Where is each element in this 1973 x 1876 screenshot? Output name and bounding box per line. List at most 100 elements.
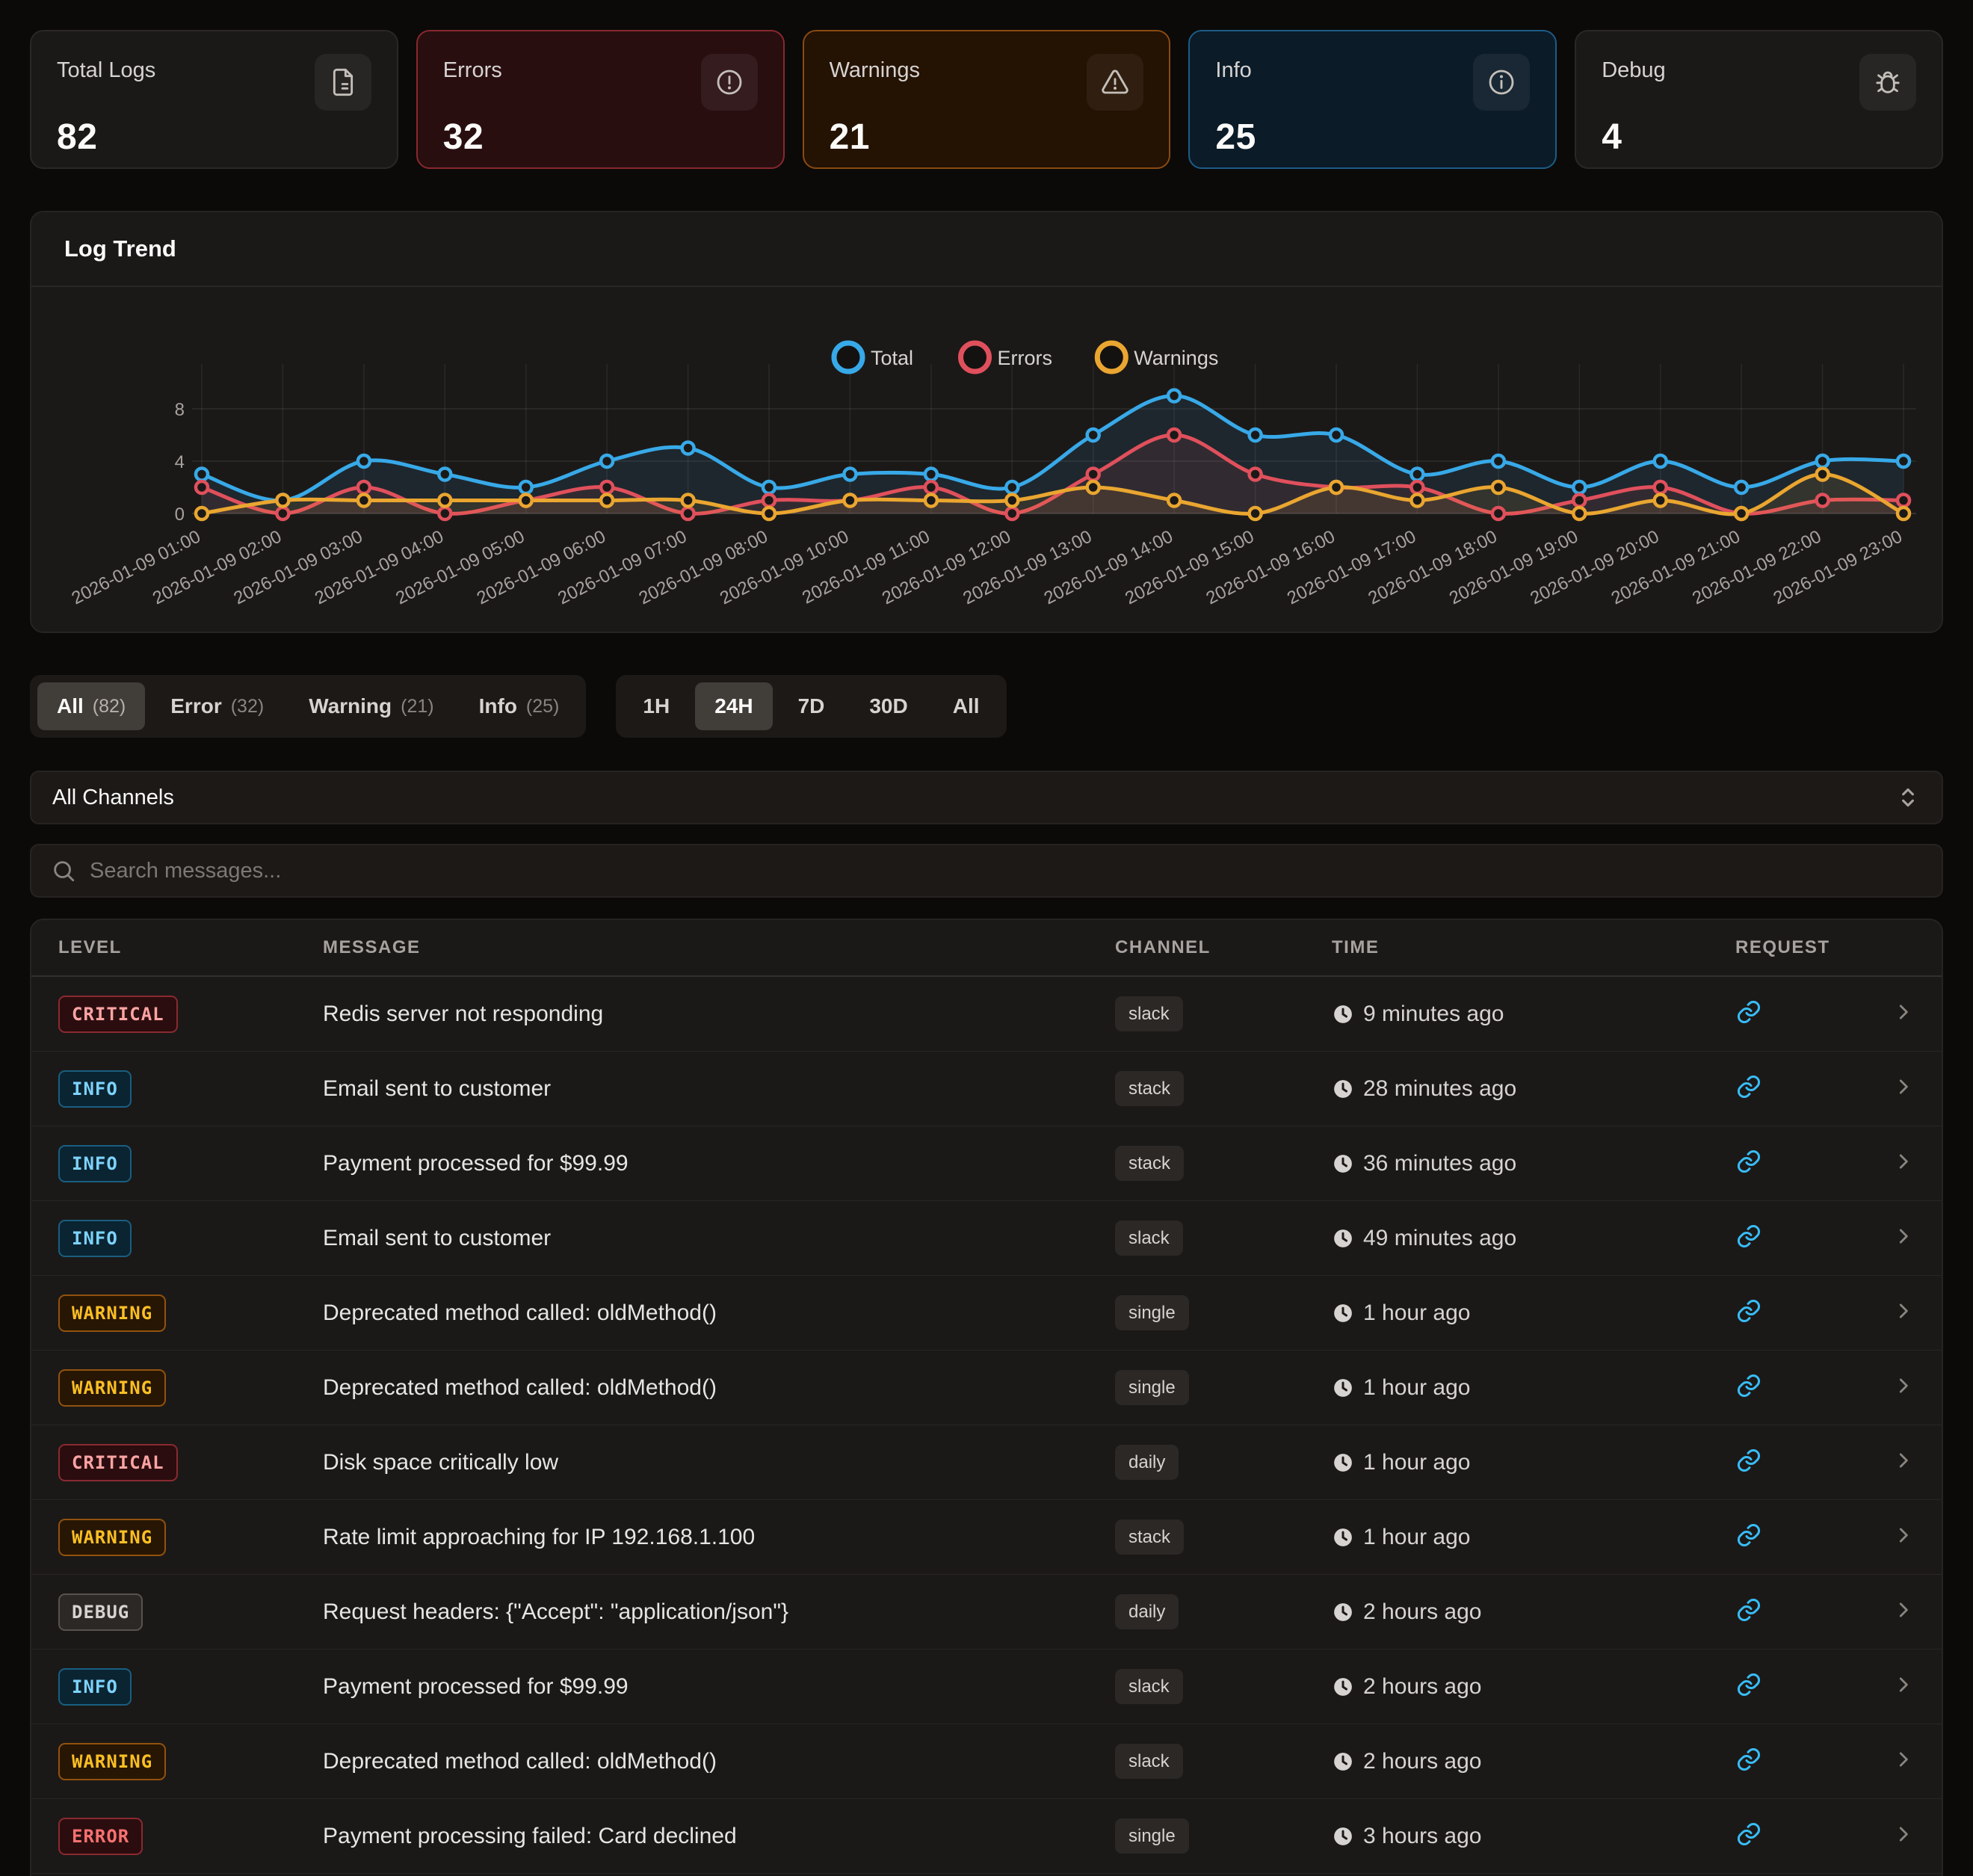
table-row[interactable]: DEBUG Request headers: {"Accept": "appli…: [31, 1575, 1942, 1650]
table-row[interactable]: WARNING Rate limit approaching for IP 19…: [31, 1500, 1942, 1575]
channel-select[interactable]: All Channels: [30, 771, 1943, 824]
table-row[interactable]: INFO Email sent to customer stack 28 min…: [31, 1052, 1942, 1126]
clock-icon: [1332, 1153, 1354, 1175]
channel-badge: stack: [1115, 1146, 1184, 1181]
search-input[interactable]: [90, 859, 1922, 883]
level-badge: INFO: [58, 1145, 132, 1182]
stat-value: 32: [443, 117, 758, 158]
stat-label: Debug: [1602, 54, 1665, 83]
level-badge: CRITICAL: [58, 996, 178, 1033]
table-row[interactable]: INFO Payment processed for $99.99 stack …: [31, 1126, 1942, 1201]
channel-badge: slack: [1115, 1221, 1183, 1256]
log-message: Deprecated method called: oldMethod(): [323, 1375, 1115, 1401]
svg-text:Total: Total: [871, 347, 913, 369]
log-time: 49 minutes ago: [1332, 1226, 1735, 1251]
range-tab-30d[interactable]: 30D: [850, 682, 927, 730]
range-tab-7d[interactable]: 7D: [779, 682, 845, 730]
chevron-up-down-icon: [1895, 785, 1921, 810]
row-chevron-icon[interactable]: [1885, 1524, 1915, 1550]
request-link-icon[interactable]: [1735, 1148, 1762, 1175]
request-link-icon[interactable]: [1735, 1671, 1762, 1698]
table-row[interactable]: WARNING Deprecated method called: oldMet…: [31, 1351, 1942, 1425]
log-trend-panel: Log Trend 0482026-01-09 01:002026-01-09 …: [30, 211, 1943, 633]
svg-text:Errors: Errors: [998, 347, 1053, 369]
request-link-icon[interactable]: [1735, 1298, 1762, 1324]
svg-text:8: 8: [175, 400, 185, 420]
table-row[interactable]: WARNING Deprecated method called: oldMet…: [31, 1276, 1942, 1351]
log-time: 3 hours ago: [1332, 1824, 1735, 1849]
alert-triangle-icon: [1087, 54, 1143, 111]
svg-text:2026-01-09 01:00: 2026-01-09 01:00: [69, 526, 204, 608]
request-link-icon[interactable]: [1735, 999, 1762, 1025]
log-message: Email sent to customer: [323, 1226, 1115, 1251]
table-row[interactable]: WARNING Deprecated method called: oldMet…: [31, 1724, 1942, 1799]
level-badge: WARNING: [58, 1519, 166, 1556]
level-badge: CRITICAL: [58, 1444, 178, 1481]
channel-badge: single: [1115, 1818, 1189, 1854]
row-chevron-icon[interactable]: [1885, 1001, 1915, 1027]
row-chevron-icon[interactable]: [1885, 1599, 1915, 1625]
log-message: Deprecated method called: oldMethod(): [323, 1300, 1115, 1326]
svg-text:0: 0: [175, 505, 185, 525]
request-link-icon[interactable]: [1735, 1223, 1762, 1250]
table-row[interactable]: CRITICAL Disk space critically low daily…: [31, 1425, 1942, 1500]
level-tab-all[interactable]: All (82): [37, 682, 145, 730]
request-link-icon[interactable]: [1735, 1372, 1762, 1399]
log-table: LEVEL MESSAGE CHANNEL TIME REQUEST CRITI…: [30, 919, 1943, 1876]
stat-label: Errors: [443, 54, 502, 83]
range-tab-1h[interactable]: 1H: [623, 682, 689, 730]
range-tab-24h[interactable]: 24H: [695, 682, 772, 730]
row-chevron-icon[interactable]: [1885, 1449, 1915, 1475]
level-tab-warning[interactable]: Warning (21): [289, 682, 453, 730]
filters-row: All (82) Error (32) Warning (21) Info (2…: [30, 675, 1943, 738]
log-message: Redis server not responding: [323, 1002, 1115, 1027]
level-tab-info[interactable]: Info (25): [460, 682, 579, 730]
request-link-icon[interactable]: [1735, 1746, 1762, 1773]
row-chevron-icon[interactable]: [1885, 1673, 1915, 1700]
channel-badge: daily: [1115, 1445, 1179, 1480]
level-tab-error[interactable]: Error (32): [151, 682, 283, 730]
level-filter-group: All (82) Error (32) Warning (21) Info (2…: [30, 675, 586, 738]
bug-icon: [1859, 54, 1916, 111]
table-row[interactable]: CRITICAL Redis server not responding sla…: [31, 977, 1942, 1052]
row-chevron-icon[interactable]: [1885, 1823, 1915, 1849]
table-row[interactable]: INFO Email sent to customer slack 49 min…: [31, 1201, 1942, 1276]
col-message: MESSAGE: [323, 937, 1115, 958]
row-chevron-icon[interactable]: [1885, 1076, 1915, 1102]
channel-badge: single: [1115, 1370, 1189, 1405]
log-message: Payment processing failed: Card declined: [323, 1824, 1115, 1849]
level-badge: DEBUG: [58, 1593, 143, 1631]
level-badge: INFO: [58, 1220, 132, 1257]
stat-card-total-logs: Total Logs 82: [30, 30, 398, 169]
request-link-icon[interactable]: [1735, 1447, 1762, 1474]
log-message: Request headers: {"Accept": "application…: [323, 1599, 1115, 1625]
log-time: 2 hours ago: [1332, 1749, 1735, 1774]
row-chevron-icon[interactable]: [1885, 1150, 1915, 1176]
row-chevron-icon[interactable]: [1885, 1225, 1915, 1251]
log-message: Rate limit approaching for IP 192.168.1.…: [323, 1525, 1115, 1550]
request-link-icon[interactable]: [1735, 1821, 1762, 1848]
row-chevron-icon[interactable]: [1885, 1748, 1915, 1774]
table-row[interactable]: INFO Payment processed for $99.99 slack …: [31, 1650, 1942, 1724]
table-body: CRITICAL Redis server not responding sla…: [31, 977, 1942, 1874]
file-icon: [315, 54, 371, 111]
stat-value: 4: [1602, 117, 1916, 158]
log-message: Disk space critically low: [323, 1450, 1115, 1475]
request-link-icon[interactable]: [1735, 1596, 1762, 1623]
row-chevron-icon[interactable]: [1885, 1300, 1915, 1326]
clock-icon: [1332, 1451, 1354, 1474]
range-filter-group: 1H 24H 7D 30D All: [616, 675, 1006, 738]
request-link-icon[interactable]: [1735, 1522, 1762, 1549]
table-row[interactable]: ERROR Payment processing failed: Card de…: [31, 1799, 1942, 1874]
log-trend-header: Log Trend: [31, 212, 1942, 287]
stat-card-warnings: Warnings 21: [803, 30, 1171, 169]
log-time: 9 minutes ago: [1332, 1002, 1735, 1027]
level-badge: ERROR: [58, 1818, 143, 1855]
col-time: TIME: [1332, 937, 1735, 958]
request-link-icon[interactable]: [1735, 1073, 1762, 1100]
search-icon: [51, 858, 76, 883]
log-time: 2 hours ago: [1332, 1599, 1735, 1625]
level-badge: WARNING: [58, 1369, 166, 1407]
row-chevron-icon[interactable]: [1885, 1374, 1915, 1401]
range-tab-all[interactable]: All: [933, 682, 999, 730]
